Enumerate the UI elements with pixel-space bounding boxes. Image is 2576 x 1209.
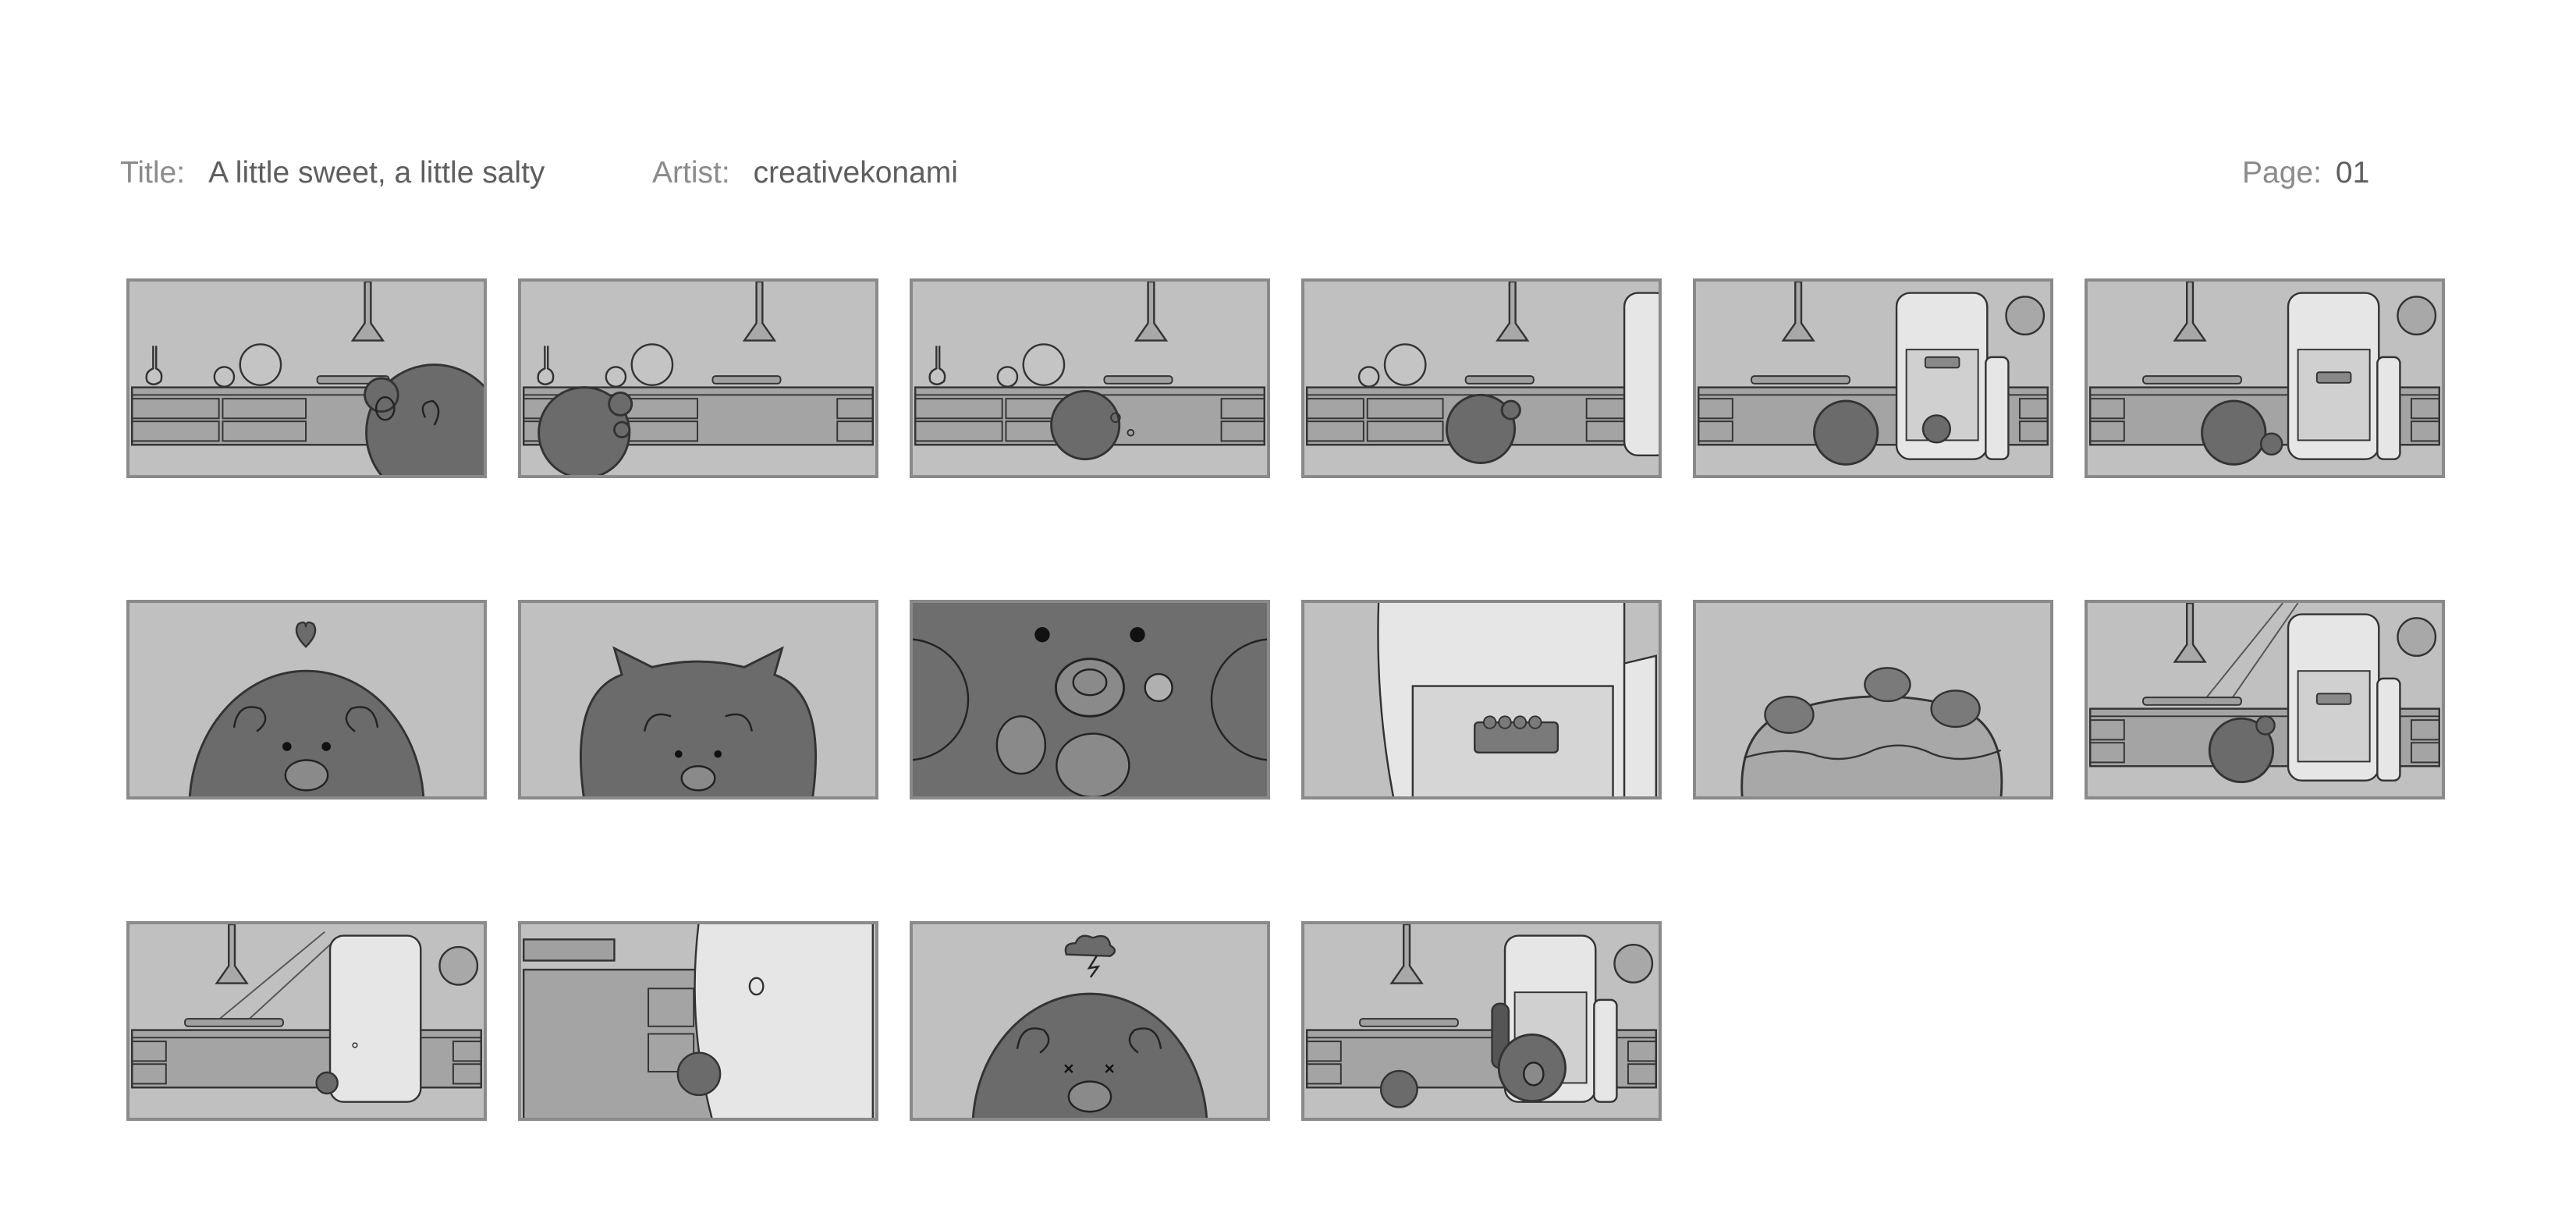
storyboard-panel-9	[910, 600, 1270, 800]
page-value: 01	[2335, 156, 2370, 190]
artist-label: Artist:	[652, 156, 730, 190]
panel-11-sketch	[1740, 667, 2003, 796]
page-field: Page: 01	[2242, 153, 2369, 193]
artist-value: creativekonami	[753, 156, 958, 190]
panel-12-sketch	[2089, 603, 2440, 784]
title-field: Title: A little sweet, a little salty	[120, 153, 545, 193]
panel-10-sketch	[1377, 603, 1657, 796]
storyboard-panel-7	[126, 600, 487, 800]
artist-field: Artist: creativekonami	[652, 153, 958, 193]
storyboard-panel-3	[910, 278, 1270, 478]
storyboard-panel-11	[1693, 600, 2053, 800]
storyboard-panel-5	[1693, 278, 2053, 478]
storyboard-panel-2	[518, 278, 878, 478]
panel-16-sketch	[1306, 924, 1657, 1108]
storyboard-header: Title: A little sweet, a little salty Art…	[0, 153, 2576, 200]
storyboard-panel-8	[518, 600, 878, 800]
panel-5-sketch	[1698, 282, 2049, 466]
storyboard-panel-16	[1301, 921, 1662, 1121]
panel-7-sketch	[188, 621, 425, 796]
title-value: A little sweet, a little salty	[208, 156, 545, 190]
storyboard-panel-10	[1301, 600, 1662, 800]
panel-13-sketch	[131, 924, 482, 1103]
panel-9-sketch	[913, 627, 1267, 796]
title-label: Title:	[120, 156, 186, 190]
panel-8-sketch	[579, 646, 818, 796]
panel-4-sketch	[1306, 282, 1659, 464]
panel-6-sketch	[2089, 282, 2440, 466]
panel-2-sketch	[523, 282, 874, 475]
storyboard-panel-13	[126, 921, 487, 1121]
storyboard-panel-6	[2085, 278, 2445, 478]
panel-3-sketch	[914, 282, 1265, 461]
panel-14-sketch	[523, 924, 874, 1118]
storyboard-panel-1	[126, 278, 487, 478]
storyboard-panel-14	[518, 921, 878, 1121]
page-label: Page:	[2242, 156, 2322, 190]
storyboard-panel-15	[910, 921, 1270, 1121]
panel-1-sketch	[131, 282, 484, 475]
storyboard-panel-12	[2085, 600, 2445, 800]
panel-15-sketch	[971, 934, 1208, 1118]
storyboard-panel-4	[1301, 278, 1662, 478]
